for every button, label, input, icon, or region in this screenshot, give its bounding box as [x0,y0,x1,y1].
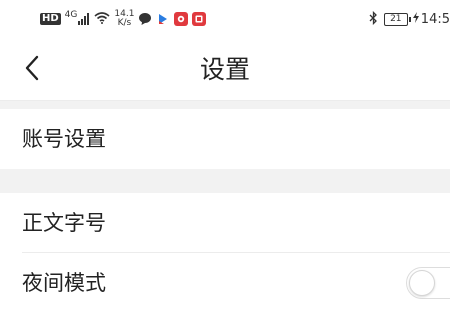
status-bar: HD 4G 14.1 K/s 21 14:5 [0,0,450,38]
account-settings-row[interactable]: 账号设置 [0,109,450,169]
network-type: 4G [64,10,78,20]
status-bar-left: HD 4G 14.1 K/s [40,9,210,29]
wifi-icon [94,11,110,27]
battery-icon: 21 [383,12,411,26]
toggle-knob [409,270,435,296]
clock: 14:5 [420,11,450,27]
signal-icon [78,13,90,25]
speed-unit: K/s [117,18,132,28]
bluetooth-icon [369,10,378,28]
font-size-label: 正文字号 [22,211,106,235]
navigation-bar: 设置 [0,38,450,101]
chat-bubble-icon [138,12,152,26]
app-notification-icon [156,12,170,26]
hd-icon: HD [40,13,61,25]
page-title: 设置 [199,55,250,84]
section-gap [0,101,450,109]
night-mode-row: 夜间模式 [0,253,450,313]
font-size-row[interactable]: 正文字号 [0,193,450,253]
network-speed: 14.1 K/s [114,10,134,28]
book-app-icon [192,12,207,26]
battery-tip [408,16,411,22]
battery-level: 21 [383,12,408,26]
section-gap [0,169,450,193]
account-settings-label: 账号设置 [22,127,106,151]
news-app-icon [174,12,189,26]
night-mode-label: 夜间模式 [22,271,106,295]
night-mode-toggle[interactable] [406,267,450,299]
charging-icon [412,12,419,26]
status-bar-right: 21 14:5 [369,9,450,29]
